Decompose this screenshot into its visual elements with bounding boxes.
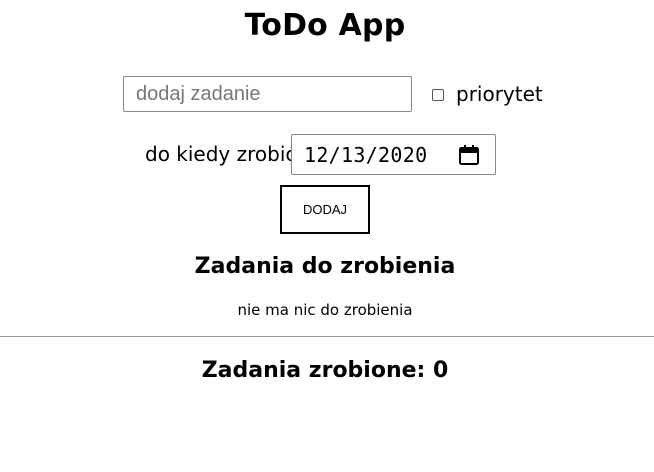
date-value: 12/13/2020 xyxy=(304,143,428,167)
todo-app: ToDo App priorytet do kiedy zrobić 12/13… xyxy=(0,0,654,472)
section-divider xyxy=(0,336,654,337)
add-button[interactable]: DODAJ xyxy=(280,185,370,234)
task-input[interactable] xyxy=(123,76,412,112)
priority-label: priorytet xyxy=(456,82,543,106)
todo-section-heading: Zadania do zrobienia xyxy=(194,254,456,279)
done-section-heading: Zadania zrobione: 0 xyxy=(201,358,449,383)
empty-todo-message: nie ma nic do zrobienia xyxy=(237,301,413,319)
calendar-icon[interactable] xyxy=(458,144,480,166)
priority-checkbox[interactable] xyxy=(432,89,444,101)
date-label: do kiedy zrobić xyxy=(145,142,297,166)
date-input[interactable]: 12/13/2020 xyxy=(291,134,496,175)
app-title: ToDo App xyxy=(244,8,406,43)
